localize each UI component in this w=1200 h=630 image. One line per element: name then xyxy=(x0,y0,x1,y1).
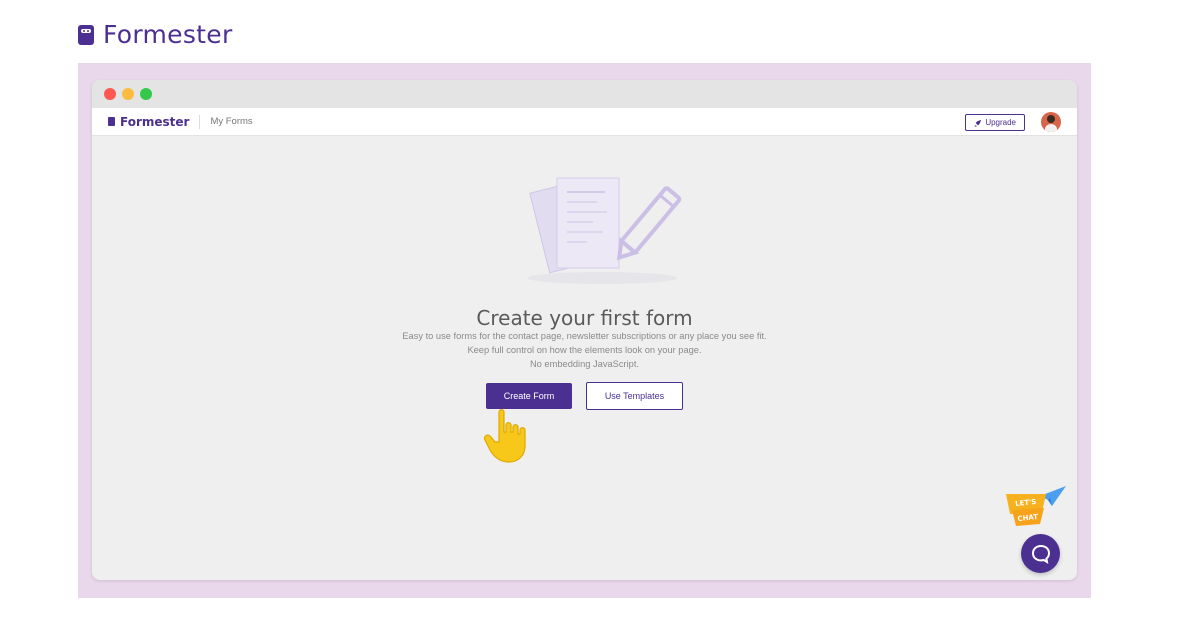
window-titlebar xyxy=(92,80,1077,108)
chat-bubble-icon xyxy=(1031,544,1050,564)
chat-button[interactable] xyxy=(1021,534,1060,573)
create-form-button[interactable]: Create Form xyxy=(486,383,572,409)
description-line-2: Keep full control on how the elements lo… xyxy=(467,345,702,355)
nav-divider xyxy=(199,114,201,129)
upgrade-label: Upgrade xyxy=(985,118,1016,127)
upgrade-button[interactable]: Upgrade xyxy=(965,114,1025,131)
close-dot-icon[interactable] xyxy=(104,88,116,100)
description-line-1: Easy to use forms for the contact page, … xyxy=(402,331,767,341)
description-line-3: No embedding JavaScript. xyxy=(529,359,640,369)
brand-name: Formester xyxy=(103,20,233,49)
user-avatar[interactable] xyxy=(1041,112,1061,132)
formester-brand: Formester xyxy=(78,20,233,49)
lets-chat-badge[interactable]: LET'S CHAT xyxy=(1004,486,1070,530)
screenshot-frame: Formester My Forms Upgrade Create your f… xyxy=(78,63,1091,598)
use-templates-button[interactable]: Use Templates xyxy=(586,382,683,410)
pointing-hand-icon xyxy=(483,409,526,463)
maximize-dot-icon[interactable] xyxy=(140,88,152,100)
app-brand-name[interactable]: Formester xyxy=(120,115,189,129)
app-navbar: Formester My Forms Upgrade xyxy=(92,108,1077,136)
form-logo-icon xyxy=(78,24,94,45)
forms-illustration xyxy=(527,177,682,284)
rocket-icon xyxy=(974,119,982,127)
app-window: Formester My Forms Upgrade Create your f… xyxy=(92,80,1077,580)
nav-link-my-forms[interactable]: My Forms xyxy=(210,116,252,127)
empty-state: Create your first form Easy to use forms… xyxy=(92,136,1077,580)
app-logo-icon[interactable] xyxy=(108,117,115,126)
page-title: Create your first form xyxy=(476,306,693,330)
minimize-dot-icon[interactable] xyxy=(122,88,134,100)
